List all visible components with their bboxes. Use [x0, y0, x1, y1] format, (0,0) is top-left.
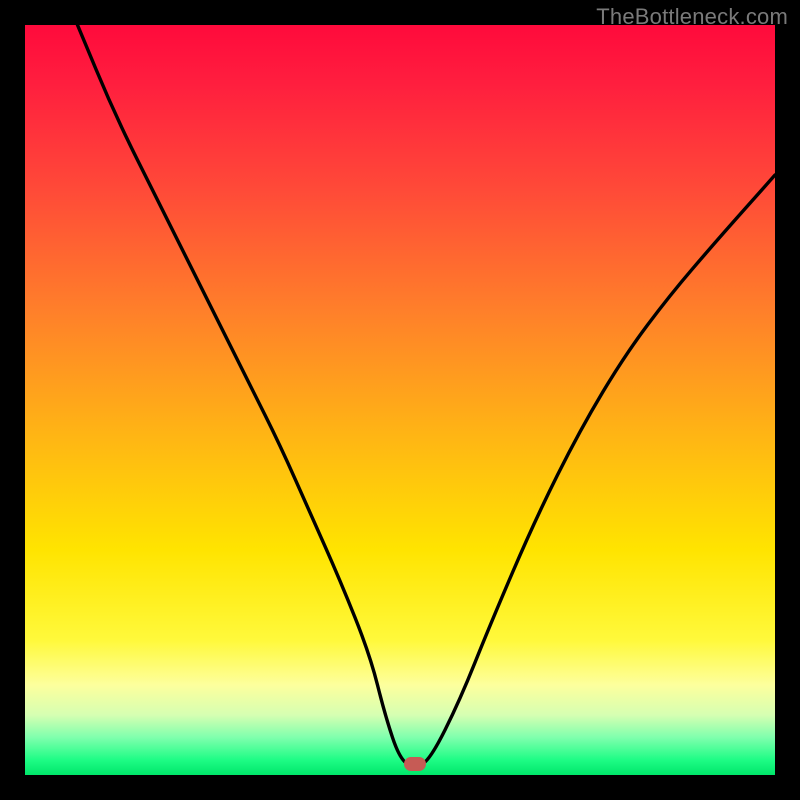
optimum-marker [404, 757, 426, 771]
plot-area [25, 25, 775, 775]
watermark-text: TheBottleneck.com [596, 4, 788, 30]
bottleneck-curve [25, 25, 775, 775]
chart-frame: TheBottleneck.com [0, 0, 800, 800]
